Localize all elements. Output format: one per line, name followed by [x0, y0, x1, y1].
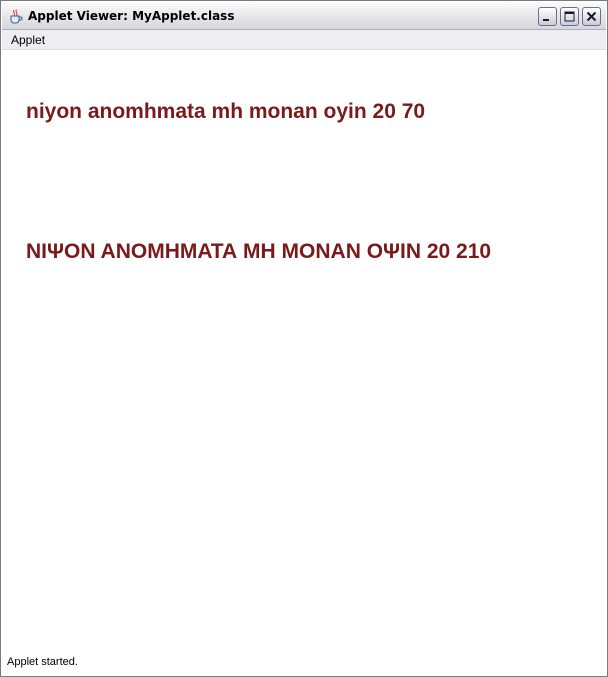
applet-canvas: niyon anomhmata mh monan oyin 20 70 ΝΙΨΟ… — [2, 50, 606, 653]
applet-viewer-window: Applet Viewer: MyApplet.class Applet niy… — [0, 0, 608, 677]
menu-bar: Applet — [2, 30, 606, 50]
minimize-icon — [543, 19, 549, 21]
close-button[interactable] — [582, 7, 601, 26]
maximize-button[interactable] — [560, 7, 579, 26]
maximize-icon — [564, 11, 575, 22]
close-icon — [586, 11, 597, 22]
minimize-button[interactable] — [538, 7, 557, 26]
menu-item-applet[interactable]: Applet — [11, 33, 45, 47]
applet-text-uppercase: ΝΙΨΟΝ ΑΝΟΜΗΜΑΤΑ ΜΗ ΜΟΝΑΝ ΟΨΙΝ 20 210 — [26, 240, 492, 263]
status-text: Applet started. — [7, 656, 78, 668]
window-title: Applet Viewer: MyApplet.class — [28, 9, 235, 23]
java-coffee-cup-icon[interactable] — [8, 8, 24, 24]
title-bar[interactable]: Applet Viewer: MyApplet.class — [2, 2, 606, 30]
applet-text-lowercase: niyon anomhmata mh monan oyin 20 70 — [26, 100, 426, 123]
status-bar: Applet started. — [2, 653, 606, 676]
